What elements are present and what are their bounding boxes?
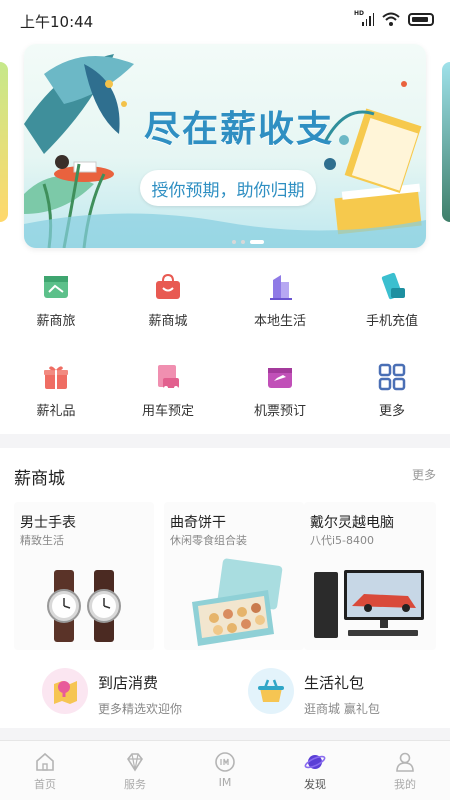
- nav-tab-mine[interactable]: 我的: [360, 741, 450, 800]
- carousel-dot-active: [250, 240, 264, 244]
- service-item-shop[interactable]: 薪商城: [112, 258, 224, 338]
- banner-peek-previous: [0, 62, 8, 222]
- nav-label: 首页: [34, 778, 56, 791]
- service-item-phone-recharge[interactable]: 手机充值: [336, 258, 448, 338]
- map-pin-icon: [42, 668, 88, 714]
- cookie-box-image: [192, 558, 283, 646]
- wifi-icon: [382, 12, 400, 26]
- nav-tab-discover[interactable]: 发现: [270, 741, 360, 800]
- banner-title: 尽在薪收支: [144, 109, 335, 150]
- nav-label: 发现: [304, 778, 326, 791]
- status-icons: HD: [354, 10, 434, 26]
- product-card-cookies[interactable]: 曲奇饼干 休闲零食组合装: [164, 502, 304, 650]
- home-icon: [36, 752, 54, 771]
- bottom-nav: 首页 服务 IM 发现 我的: [0, 740, 450, 800]
- building-icon: [270, 275, 292, 300]
- user-icon: [396, 752, 414, 772]
- service-label: 薪礼品: [36, 404, 76, 419]
- grid-more-icon: [378, 363, 406, 391]
- carousel-dot: [232, 240, 236, 244]
- service-label: 更多: [378, 404, 405, 419]
- product-name: 曲奇饼干: [170, 515, 226, 531]
- service-item-gift[interactable]: 薪礼品: [0, 348, 112, 428]
- product-card-laptop[interactable]: 戴尔灵越电脑 八代i5-8400: [304, 502, 436, 650]
- gift-icon: [44, 366, 68, 389]
- product-name: 男士手表: [20, 515, 76, 531]
- carousel-dot: [241, 240, 245, 244]
- service-label: 手机充值: [365, 314, 418, 329]
- service-item-flight-ticket[interactable]: 机票预订: [224, 348, 336, 428]
- promo-subtitle: 逛商城 赢礼包: [304, 702, 380, 716]
- product-name: 戴尔灵越电脑: [310, 515, 394, 531]
- product-subtitle: 精致生活: [20, 534, 64, 547]
- nav-tab-service[interactable]: 服务: [90, 741, 180, 800]
- nav-tab-home[interactable]: 首页: [0, 741, 90, 800]
- status-time: 上午10:44: [20, 13, 94, 31]
- travel-icon: [44, 276, 68, 298]
- phone-recharge-icon: [381, 272, 405, 300]
- product-subtitle: 八代i5-8400: [310, 534, 375, 547]
- battery-icon: [408, 12, 434, 26]
- service-item-travel[interactable]: 薪商旅: [0, 258, 112, 338]
- service-label: 薪商城: [148, 314, 188, 329]
- service-item-local-life[interactable]: 本地生活: [224, 258, 336, 338]
- promo-title: 生活礼包: [304, 674, 365, 692]
- diamond-icon: [127, 753, 143, 772]
- nav-label: 服务: [124, 778, 146, 791]
- service-item-car-booking[interactable]: 用车预定: [112, 348, 224, 428]
- nav-label: IM: [218, 776, 232, 789]
- product-subtitle: 休闲零食组合装: [170, 534, 247, 547]
- product-card-watch[interactable]: 男士手表 精致生活: [14, 502, 154, 650]
- service-label: 用车预定: [141, 404, 194, 419]
- promo-subtitle: 更多精选欢迎你: [98, 702, 183, 716]
- car-booking-icon: [158, 365, 179, 390]
- promo-in-store[interactable]: 到店消费 更多精选欢迎你: [42, 668, 222, 724]
- more-link[interactable]: 更多: [412, 466, 436, 483]
- nav-tab-im[interactable]: IM: [180, 741, 270, 800]
- carousel-dots: [232, 240, 264, 244]
- planet-icon: [304, 755, 326, 769]
- flight-ticket-icon: [268, 368, 292, 388]
- nav-label: 我的: [394, 778, 416, 791]
- status-bar: 上午10:44 HD: [0, 0, 450, 40]
- shop-bag-icon: [156, 273, 180, 299]
- im-icon: [215, 752, 235, 772]
- service-label: 本地生活: [253, 314, 306, 329]
- watch-image: [47, 570, 121, 642]
- banner-peek-next: [442, 62, 450, 222]
- promo-life-package[interactable]: 生活礼包 逛商城 赢礼包: [248, 668, 428, 724]
- service-label: 薪商旅: [36, 314, 76, 329]
- computer-image: [314, 570, 424, 638]
- signal-icon: HD: [354, 10, 374, 26]
- service-label: 机票预订: [253, 404, 306, 419]
- shop-section: 薪商城 更多 男士手表 精致生活 曲奇饼干 休闲零食组合装 戴尔灵越电脑 八代i…: [0, 448, 450, 728]
- service-grid: 薪商旅 薪商城 本地生活 手机充值 薪礼品 用车预定 机票预订 更多: [0, 258, 450, 434]
- basket-icon: [248, 668, 294, 714]
- banner-slide[interactable]: 尽在薪收支 授你预期，助你归期: [24, 44, 426, 248]
- service-item-more[interactable]: 更多: [336, 348, 448, 428]
- banner-carousel[interactable]: 尽在薪收支 授你预期，助你归期: [0, 40, 450, 258]
- promo-title: 到店消费: [98, 674, 159, 692]
- section-title: 薪商城: [14, 469, 65, 489]
- banner-subtitle: 授你预期，助你归期: [140, 170, 316, 206]
